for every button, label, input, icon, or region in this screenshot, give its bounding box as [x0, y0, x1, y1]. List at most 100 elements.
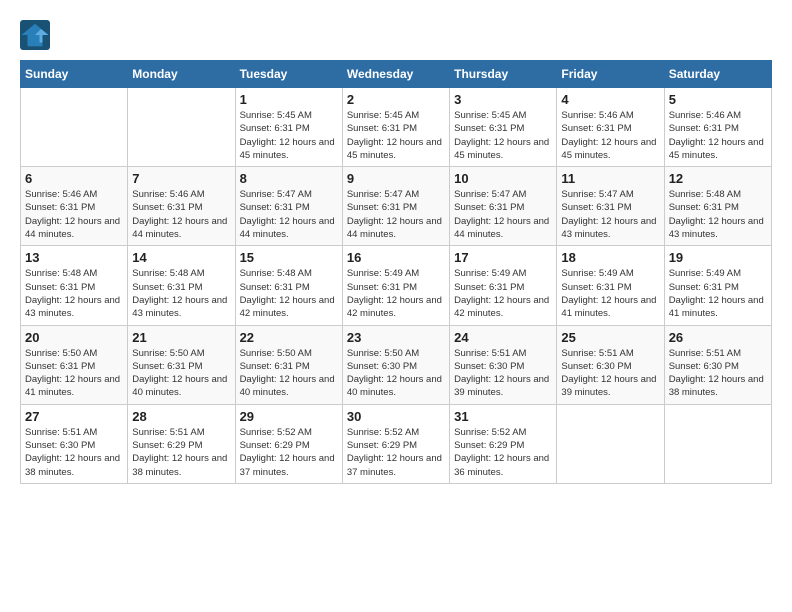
calendar-day-cell: 31 Sunrise: 5:52 AMSunset: 6:29 PMDayligh… [450, 404, 557, 483]
day-info: Sunrise: 5:50 AMSunset: 6:30 PMDaylight:… [347, 347, 445, 400]
calendar-week-row: 27 Sunrise: 5:51 AMSunset: 6:30 PMDayligh… [21, 404, 772, 483]
day-number: 22 [240, 330, 338, 345]
day-number: 2 [347, 92, 445, 107]
day-info: Sunrise: 5:51 AMSunset: 6:29 PMDaylight:… [132, 426, 230, 479]
calendar-day-cell: 1 Sunrise: 5:45 AMSunset: 6:31 PMDaylight… [235, 88, 342, 167]
calendar-day-cell: 23 Sunrise: 5:50 AMSunset: 6:30 PMDayligh… [342, 325, 449, 404]
calendar-day-cell: 2 Sunrise: 5:45 AMSunset: 6:31 PMDaylight… [342, 88, 449, 167]
calendar-day-cell: 13 Sunrise: 5:48 AMSunset: 6:31 PMDayligh… [21, 246, 128, 325]
calendar-day-cell [664, 404, 771, 483]
day-number: 25 [561, 330, 659, 345]
day-number: 1 [240, 92, 338, 107]
day-info: Sunrise: 5:46 AMSunset: 6:31 PMDaylight:… [25, 188, 123, 241]
day-info: Sunrise: 5:49 AMSunset: 6:31 PMDaylight:… [347, 267, 445, 320]
calendar-day-cell: 21 Sunrise: 5:50 AMSunset: 6:31 PMDayligh… [128, 325, 235, 404]
day-info: Sunrise: 5:45 AMSunset: 6:31 PMDaylight:… [240, 109, 338, 162]
page-header [20, 20, 772, 50]
day-info: Sunrise: 5:47 AMSunset: 6:31 PMDaylight:… [347, 188, 445, 241]
day-number: 28 [132, 409, 230, 424]
calendar-day-cell: 22 Sunrise: 5:50 AMSunset: 6:31 PMDayligh… [235, 325, 342, 404]
day-number: 5 [669, 92, 767, 107]
calendar-day-cell: 14 Sunrise: 5:48 AMSunset: 6:31 PMDayligh… [128, 246, 235, 325]
calendar-table: SundayMondayTuesdayWednesdayThursdayFrid… [20, 60, 772, 484]
day-info: Sunrise: 5:49 AMSunset: 6:31 PMDaylight:… [454, 267, 552, 320]
day-number: 27 [25, 409, 123, 424]
day-number: 19 [669, 250, 767, 265]
calendar-day-cell [128, 88, 235, 167]
day-info: Sunrise: 5:45 AMSunset: 6:31 PMDaylight:… [347, 109, 445, 162]
day-info: Sunrise: 5:47 AMSunset: 6:31 PMDaylight:… [454, 188, 552, 241]
day-info: Sunrise: 5:52 AMSunset: 6:29 PMDaylight:… [240, 426, 338, 479]
weekday-header: Saturday [664, 61, 771, 88]
calendar-day-cell: 8 Sunrise: 5:47 AMSunset: 6:31 PMDaylight… [235, 167, 342, 246]
calendar-day-cell: 25 Sunrise: 5:51 AMSunset: 6:30 PMDayligh… [557, 325, 664, 404]
day-info: Sunrise: 5:52 AMSunset: 6:29 PMDaylight:… [454, 426, 552, 479]
calendar-day-cell: 12Sunrise: 5:48 AMSunset: 6:31 PMDayligh… [664, 167, 771, 246]
calendar-week-row: 1 Sunrise: 5:45 AMSunset: 6:31 PMDaylight… [21, 88, 772, 167]
day-number: 21 [132, 330, 230, 345]
day-number: 15 [240, 250, 338, 265]
calendar-day-cell: 5 Sunrise: 5:46 AMSunset: 6:31 PMDaylight… [664, 88, 771, 167]
calendar-day-cell: 29Sunrise: 5:52 AMSunset: 6:29 PMDayligh… [235, 404, 342, 483]
weekday-header: Friday [557, 61, 664, 88]
calendar-day-cell: 6 Sunrise: 5:46 AMSunset: 6:31 PMDaylight… [21, 167, 128, 246]
calendar-week-row: 13 Sunrise: 5:48 AMSunset: 6:31 PMDayligh… [21, 246, 772, 325]
day-number: 14 [132, 250, 230, 265]
weekday-header: Tuesday [235, 61, 342, 88]
day-number: 20 [25, 330, 123, 345]
calendar-day-cell: 20 Sunrise: 5:50 AMSunset: 6:31 PMDayligh… [21, 325, 128, 404]
day-number: 7 [132, 171, 230, 186]
day-info: Sunrise: 5:50 AMSunset: 6:31 PMDaylight:… [25, 347, 123, 400]
calendar-day-cell: 11 Sunrise: 5:47 AMSunset: 6:31 PMDayligh… [557, 167, 664, 246]
day-number: 3 [454, 92, 552, 107]
day-info: Sunrise: 5:48 AMSunset: 6:31 PMDaylight:… [132, 267, 230, 320]
calendar-day-cell: 26 Sunrise: 5:51 AMSunset: 6:30 PMDayligh… [664, 325, 771, 404]
day-info: Sunrise: 5:51 AMSunset: 6:30 PMDaylight:… [669, 347, 767, 400]
day-number: 12 [669, 171, 767, 186]
logo-icon [20, 20, 50, 50]
day-info: Sunrise: 5:52 AMSunset: 6:29 PMDaylight:… [347, 426, 445, 479]
calendar-day-cell: 28 Sunrise: 5:51 AMSunset: 6:29 PMDayligh… [128, 404, 235, 483]
day-info: Sunrise: 5:51 AMSunset: 6:30 PMDaylight:… [561, 347, 659, 400]
day-number: 10 [454, 171, 552, 186]
day-info: Sunrise: 5:51 AMSunset: 6:30 PMDaylight:… [454, 347, 552, 400]
day-info: Sunrise: 5:46 AMSunset: 6:31 PMDaylight:… [132, 188, 230, 241]
calendar-day-cell: 15 Sunrise: 5:48 AMSunset: 6:31 PMDayligh… [235, 246, 342, 325]
day-number: 31 [454, 409, 552, 424]
day-info: Sunrise: 5:45 AMSunset: 6:31 PMDaylight:… [454, 109, 552, 162]
day-info: Sunrise: 5:50 AMSunset: 6:31 PMDaylight:… [132, 347, 230, 400]
day-info: Sunrise: 5:48 AMSunset: 6:31 PMDaylight:… [25, 267, 123, 320]
calendar-day-cell: 18Sunrise: 5:49 AMSunset: 6:31 PMDayligh… [557, 246, 664, 325]
day-info: Sunrise: 5:46 AMSunset: 6:31 PMDaylight:… [669, 109, 767, 162]
calendar-header-row: SundayMondayTuesdayWednesdayThursdayFrid… [21, 61, 772, 88]
calendar-day-cell: 27 Sunrise: 5:51 AMSunset: 6:30 PMDayligh… [21, 404, 128, 483]
calendar-week-row: 20 Sunrise: 5:50 AMSunset: 6:31 PMDayligh… [21, 325, 772, 404]
day-number: 11 [561, 171, 659, 186]
day-number: 26 [669, 330, 767, 345]
calendar-day-cell: 9 Sunrise: 5:47 AMSunset: 6:31 PMDaylight… [342, 167, 449, 246]
day-info: Sunrise: 5:47 AMSunset: 6:31 PMDaylight:… [561, 188, 659, 241]
day-info: Sunrise: 5:47 AMSunset: 6:31 PMDaylight:… [240, 188, 338, 241]
day-info: Sunrise: 5:50 AMSunset: 6:31 PMDaylight:… [240, 347, 338, 400]
day-info: Sunrise: 5:48 AMSunset: 6:31 PMDaylight:… [240, 267, 338, 320]
day-number: 9 [347, 171, 445, 186]
day-number: 23 [347, 330, 445, 345]
day-info: Sunrise: 5:49 AMSunset: 6:31 PMDaylight:… [669, 267, 767, 320]
weekday-header: Thursday [450, 61, 557, 88]
calendar-day-cell: 4Sunrise: 5:46 AMSunset: 6:31 PMDaylight… [557, 88, 664, 167]
day-number: 18 [561, 250, 659, 265]
day-number: 6 [25, 171, 123, 186]
calendar-day-cell [557, 404, 664, 483]
calendar-day-cell: 24Sunrise: 5:51 AMSunset: 6:30 PMDayligh… [450, 325, 557, 404]
day-number: 17 [454, 250, 552, 265]
calendar-day-cell: 30 Sunrise: 5:52 AMSunset: 6:29 PMDayligh… [342, 404, 449, 483]
calendar-day-cell: 17 Sunrise: 5:49 AMSunset: 6:31 PMDayligh… [450, 246, 557, 325]
calendar-day-cell: 7 Sunrise: 5:46 AMSunset: 6:31 PMDaylight… [128, 167, 235, 246]
day-number: 8 [240, 171, 338, 186]
weekday-header: Sunday [21, 61, 128, 88]
calendar-day-cell: 10 Sunrise: 5:47 AMSunset: 6:31 PMDayligh… [450, 167, 557, 246]
calendar-day-cell: 19 Sunrise: 5:49 AMSunset: 6:31 PMDayligh… [664, 246, 771, 325]
day-number: 30 [347, 409, 445, 424]
day-info: Sunrise: 5:51 AMSunset: 6:30 PMDaylight:… [25, 426, 123, 479]
day-number: 13 [25, 250, 123, 265]
